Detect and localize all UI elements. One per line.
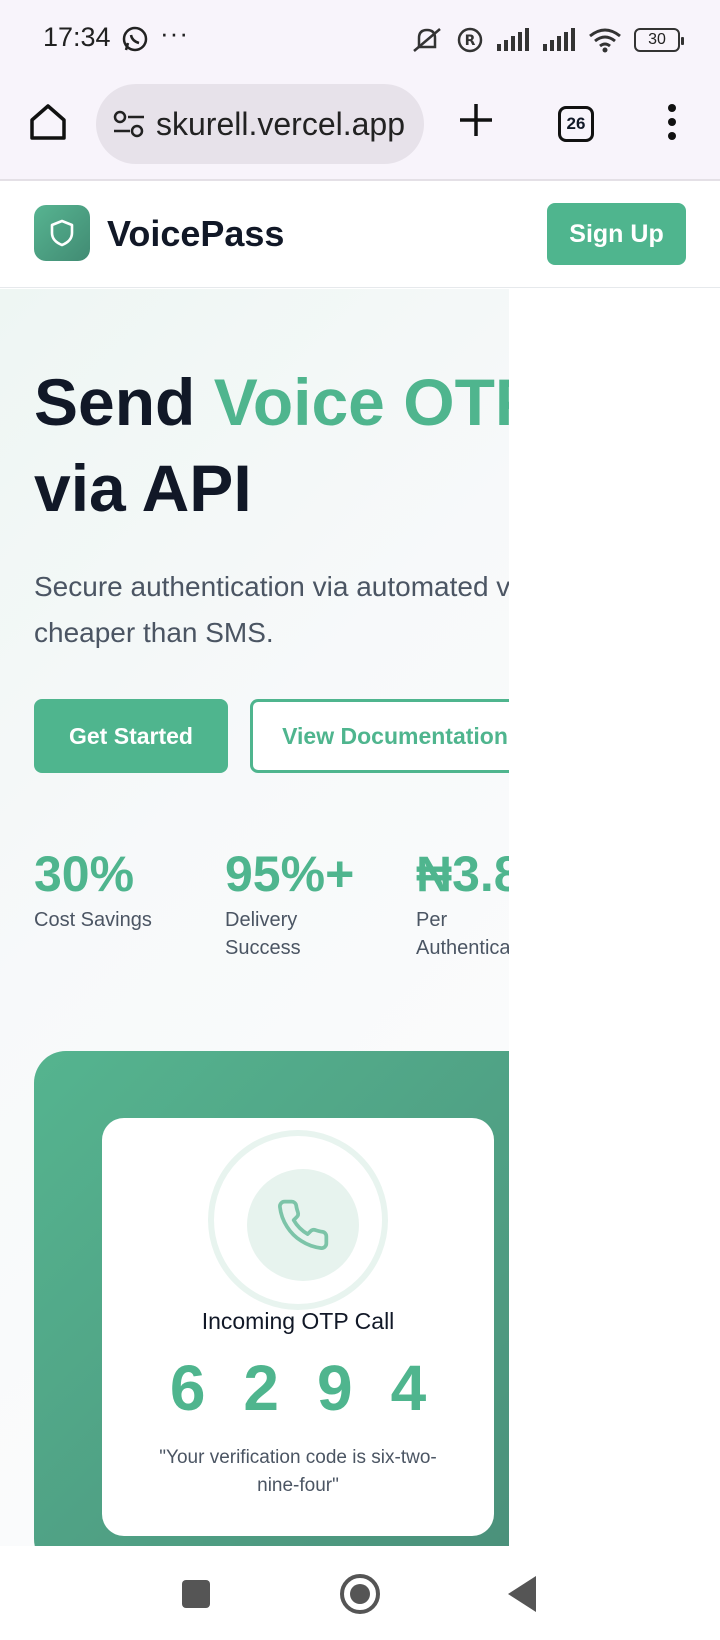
address-bar[interactable]: skurell.vercel.app (96, 84, 424, 164)
stat-cost-savings: 30% Cost Savings (34, 844, 204, 934)
tab-switcher-button[interactable]: 26 (558, 106, 594, 142)
more-notifications-icon: ··· (160, 18, 189, 48)
stat-per-authentication: ₦3.8 Per Authentication (416, 844, 509, 962)
svg-text:R: R (465, 33, 476, 49)
logo[interactable] (34, 205, 90, 261)
recents-button[interactable] (182, 1580, 210, 1608)
view-documentation-button[interactable]: View Documentation (250, 699, 509, 773)
call-transcript: "Your verification code is six-two-nine-… (159, 1447, 437, 1496)
otp-digit: 6 (169, 1352, 206, 1424)
bell-muted-icon (413, 28, 441, 52)
stat-value: ₦3.8 (416, 846, 509, 902)
browser-toolbar: skurell.vercel.app 26 (0, 80, 720, 181)
signal-icon (497, 28, 529, 51)
hero-title: Send Voice OTP via API (34, 359, 509, 531)
incoming-call-card: Incoming OTP Call 6 2 9 4 "Your verifica… (102, 1118, 494, 1536)
otp-digit: 2 (243, 1352, 279, 1424)
stat-label: Cost Savings (34, 909, 152, 931)
stat-label: Per Authentication (416, 909, 509, 959)
stat-value: 30% (34, 846, 135, 902)
call-title: Incoming OTP Call (201, 1308, 395, 1334)
site-settings-icon[interactable] (112, 109, 146, 139)
signup-button[interactable]: Sign Up (547, 203, 686, 265)
home-icon[interactable] (26, 100, 70, 144)
back-button[interactable] (508, 1576, 536, 1612)
home-button[interactable] (340, 1574, 380, 1614)
otp-digit: 4 (390, 1352, 427, 1424)
wifi-icon (589, 28, 621, 53)
hero-title-prefix: Send (34, 365, 214, 439)
shield-icon (50, 219, 74, 247)
url-text: skurell.vercel.app (156, 105, 405, 142)
otp-code: 6 2 9 4 (102, 1350, 494, 1426)
otp-digit: 9 (317, 1352, 353, 1424)
system-nav-bar (0, 1546, 720, 1640)
hero-section: Send Voice OTP via API Secure authentica… (0, 289, 509, 1546)
otp-demo-panel: Incoming OTP Call 6 2 9 4 "Your verifica… (34, 1051, 509, 1546)
hero-title-accent: Voice OTP (213, 365, 509, 439)
stat-delivery-success: 95%+ Delivery Success (225, 844, 355, 962)
overflow-menu-icon[interactable] (664, 102, 680, 142)
brand-name[interactable]: VoicePass (107, 213, 284, 255)
hero-subtitle: Secure authentication via automated voic… (34, 571, 509, 648)
phone-icon (278, 1199, 329, 1250)
registered-icon: R (457, 27, 483, 53)
status-bar: 17:34 ··· R 30 (0, 0, 720, 80)
whatsapp-icon (122, 26, 148, 52)
status-time: 17:34 (43, 22, 111, 52)
stat-value: 95%+ (225, 846, 355, 902)
new-tab-icon[interactable] (456, 100, 496, 140)
hero-title-line2: via API (34, 451, 252, 525)
status-icons: R 30 (410, 20, 684, 60)
signal-icon-2 (543, 28, 575, 51)
call-ring (208, 1130, 388, 1310)
stat-label: Delivery Success (225, 909, 301, 959)
get-started-button[interactable]: Get Started (34, 699, 228, 773)
battery-icon: 30 (634, 28, 684, 52)
site-header: VoicePass Sign Up (0, 181, 720, 288)
phone-badge (247, 1169, 359, 1281)
